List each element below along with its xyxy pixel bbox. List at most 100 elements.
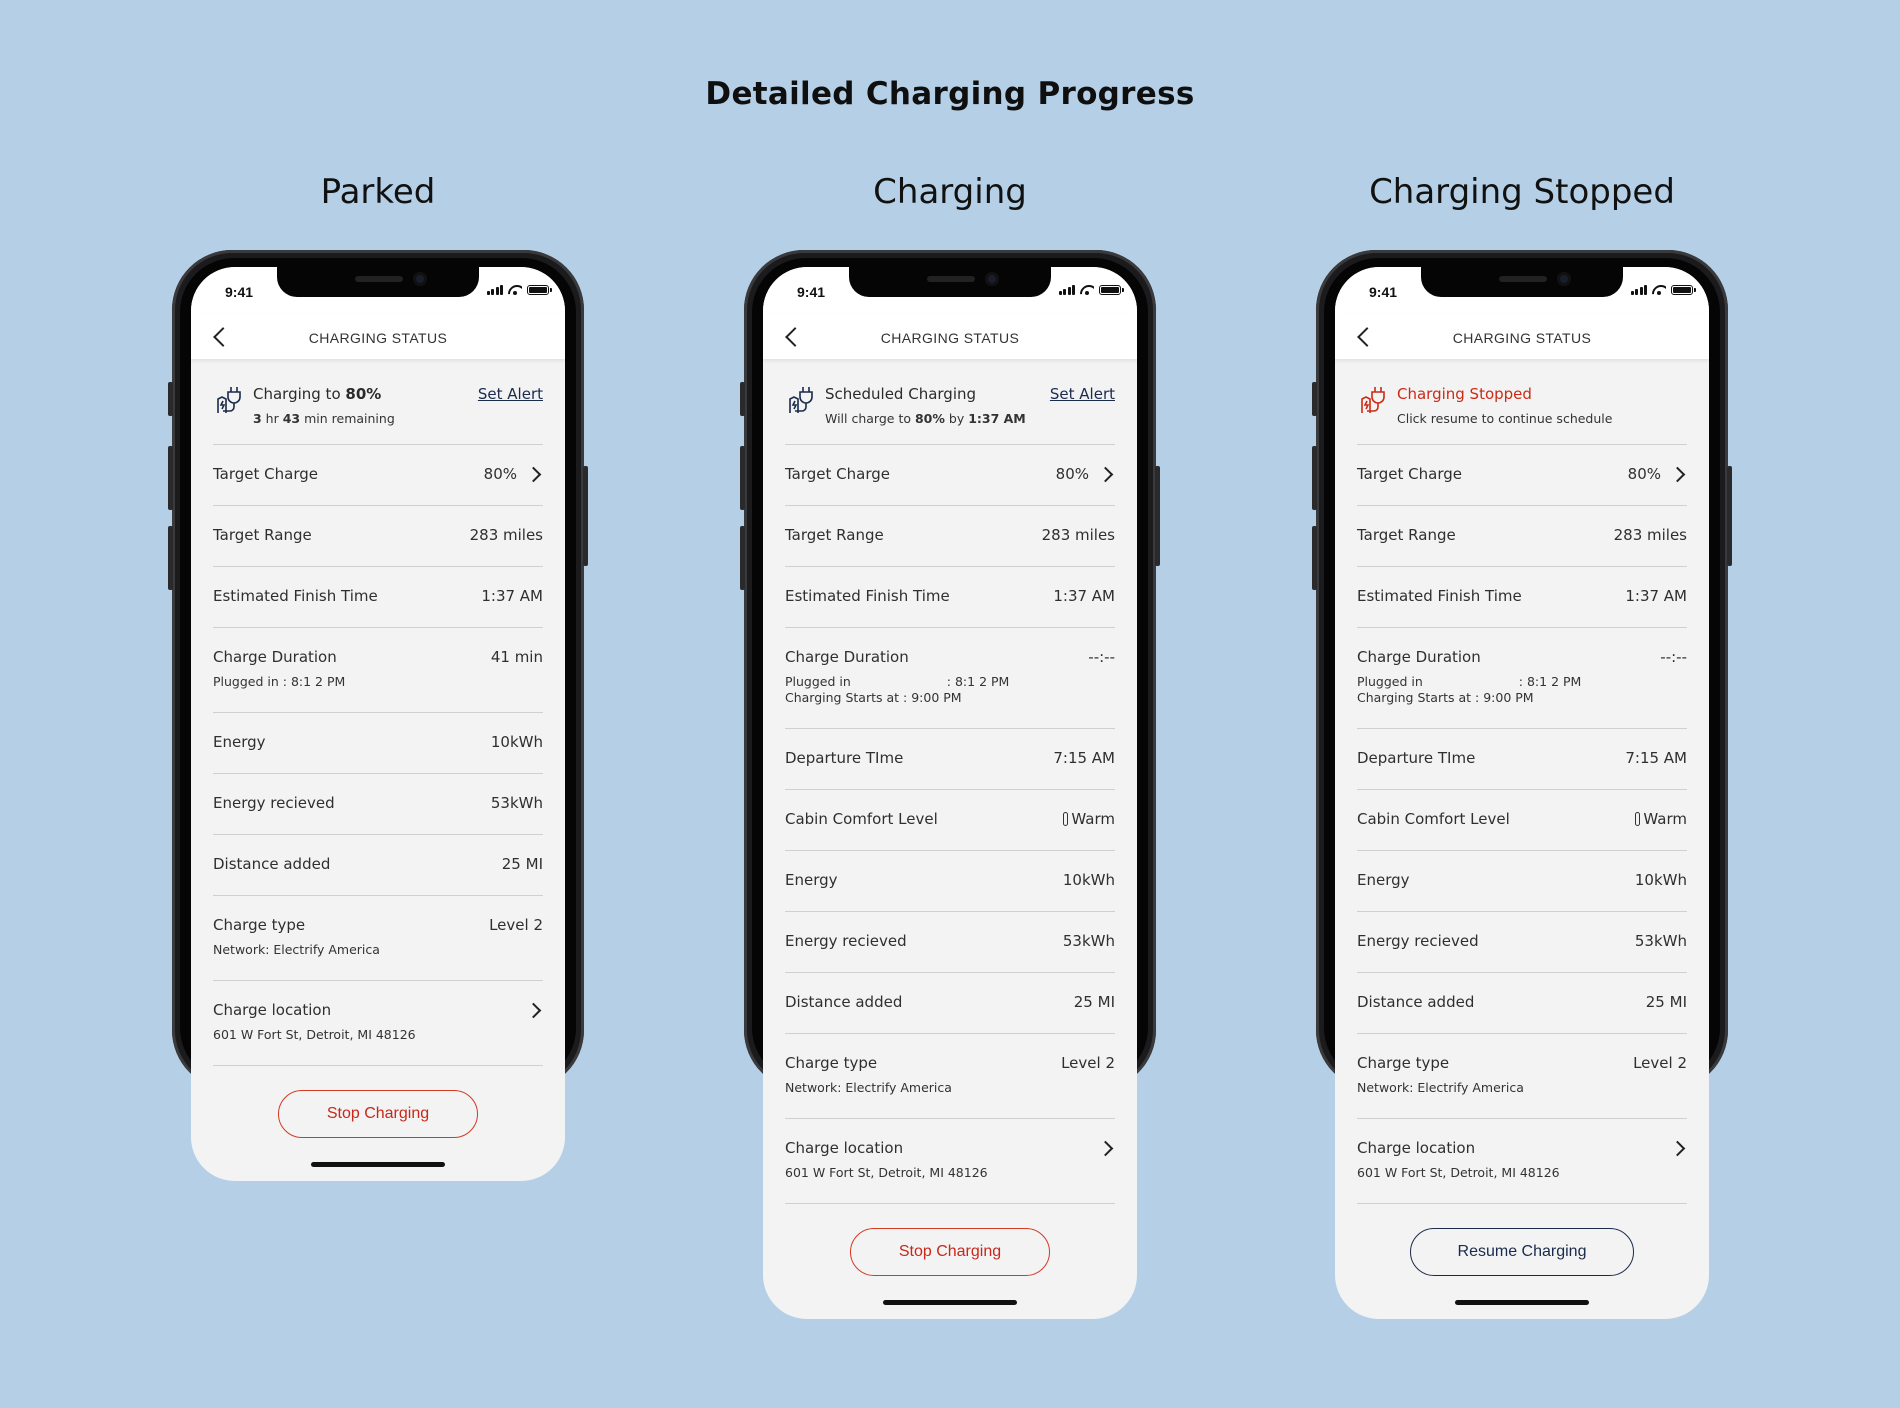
row-departure-time[interactable]: Departure TIme 7:15 AM — [1357, 729, 1687, 790]
volume-up-button — [168, 446, 173, 510]
volume-down-button — [168, 526, 173, 590]
row-value: 1:37 AM — [1053, 587, 1115, 605]
home-indicator[interactable] — [883, 1300, 1017, 1305]
home-indicator[interactable] — [311, 1162, 445, 1167]
schedule-summary: Will charge to 80% by 1:37 AM — [825, 411, 1026, 426]
action-area: Stop Charging — [763, 1204, 1137, 1304]
mute-switch — [168, 382, 173, 416]
row-label: Estimated Finish Time — [785, 587, 950, 605]
row-label: Charge location — [785, 1139, 904, 1157]
row-charge-type: Charge type Level 2 Network: Electrify A… — [785, 1034, 1115, 1119]
row-distance-added: Distance added 25 MI — [785, 973, 1115, 1034]
power-button — [583, 466, 588, 566]
stop-charging-button[interactable]: Stop Charging — [850, 1228, 1050, 1276]
mute-switch — [740, 382, 745, 416]
row-value: 41 min — [490, 648, 543, 666]
row-target-charge[interactable]: Target Charge 80% — [1357, 445, 1687, 506]
row-energy: Energy 10kWh — [1357, 851, 1687, 912]
row-label: Energy — [213, 733, 266, 751]
row-value: 283 miles — [1041, 526, 1115, 544]
row-cabin-comfort[interactable]: Cabin Comfort Level Warm — [785, 790, 1115, 851]
row-charge-location[interactable]: Charge location 601 W Fort St, Detroit, … — [213, 981, 543, 1066]
chevron-right-icon — [1669, 466, 1686, 483]
row-subtext: Plugged in : 8:1 2 PM — [213, 674, 346, 689]
row-energy: Energy 10kWh — [213, 713, 543, 774]
home-indicator[interactable] — [1455, 1300, 1589, 1305]
row-target-range: Target Range 283 miles — [1357, 506, 1687, 567]
status-time: 9:41 — [225, 284, 254, 300]
row-charge-location[interactable]: Charge location 601 W Fort St, Detroit, … — [785, 1119, 1115, 1204]
charging-details: Charging to 80% 3 hr 43 min remaining Se… — [191, 359, 565, 1066]
action-area: Stop Charging — [191, 1066, 565, 1166]
row-charge-type: Charge type Level 2 Network: Electrify A… — [213, 896, 543, 981]
row-subtext: Network: Electrify America — [213, 942, 380, 957]
row-label: Departure TIme — [785, 749, 904, 767]
charging-start-time: Charging Starts at : 9:00 PM — [1357, 690, 1534, 705]
battery-icon — [1099, 285, 1124, 295]
notch — [1421, 267, 1623, 297]
status-bar: 9:41 — [763, 267, 1137, 315]
row-finish-time: Estimated Finish Time 1:37 AM — [785, 567, 1115, 628]
column-title-charging: Charging — [873, 172, 1027, 212]
row-target-charge[interactable]: Target Charge 80% — [785, 445, 1115, 506]
row-subtext: 601 W Fort St, Detroit, MI 48126 — [1357, 1165, 1560, 1180]
volume-down-button — [740, 526, 745, 590]
row-value: 10kWh — [1062, 871, 1115, 889]
phone-screen: 9:41 CHARGING STATUS — [1335, 267, 1709, 1319]
row-charge-duration: Charge Duration --:-- Plugged in: 8:1 2 … — [1357, 628, 1687, 729]
status-bar: 9:41 — [191, 267, 565, 315]
power-button — [1155, 466, 1160, 566]
signal-icon — [1630, 285, 1647, 295]
charging-details: Charging Stopped Click resume to continu… — [1335, 359, 1709, 1204]
row-label: Target Range — [213, 526, 312, 544]
battery-icon — [1671, 285, 1696, 295]
row-label: Target Charge — [1357, 465, 1462, 483]
row-label: Charge Duration — [1357, 648, 1481, 666]
row-energy-received: Energy recieved 53kWh — [785, 912, 1115, 973]
resume-charging-button[interactable]: Resume Charging — [1410, 1228, 1634, 1276]
camera-icon — [1557, 272, 1571, 286]
power-button — [1727, 466, 1732, 566]
row-value: --:-- — [1088, 648, 1115, 666]
row-value: 7:15 AM — [1625, 749, 1687, 767]
row-charge-location[interactable]: Charge location 601 W Fort St, Detroit, … — [1357, 1119, 1687, 1204]
row-value: 10kWh — [1634, 871, 1687, 889]
row-finish-time: Estimated Finish Time 1:37 AM — [213, 567, 543, 628]
camera-icon — [413, 272, 427, 286]
nav-bar: CHARGING STATUS — [191, 315, 565, 359]
row-value: 25 MI — [501, 855, 543, 873]
row-value: 80% — [483, 465, 517, 483]
row-departure-time[interactable]: Departure TIme 7:15 AM — [785, 729, 1115, 790]
row-label: Energy — [785, 871, 838, 889]
charging-header: Charging Stopped Click resume to continu… — [1357, 359, 1687, 445]
stop-charging-button[interactable]: Stop Charging — [278, 1090, 478, 1138]
row-label: Energy recieved — [785, 932, 907, 950]
wifi-icon — [1652, 285, 1666, 295]
row-label: Target Range — [1357, 526, 1456, 544]
thermometer-icon — [1635, 812, 1641, 826]
charging-status-title: Charging Stopped — [1397, 385, 1532, 403]
set-alert-link[interactable]: Set Alert — [1050, 385, 1115, 403]
row-cabin-comfort[interactable]: Cabin Comfort Level Warm — [1357, 790, 1687, 851]
row-label: Estimated Finish Time — [1357, 587, 1522, 605]
phone-screen: 9:41 CHARGING STATUS — [763, 267, 1137, 1319]
row-label: Distance added — [785, 993, 903, 1011]
row-energy-received: Energy recieved 53kWh — [1357, 912, 1687, 973]
signal-icon — [1058, 285, 1075, 295]
row-label: Charge Duration — [213, 648, 337, 666]
row-distance-added: Distance added 25 MI — [213, 835, 543, 896]
row-target-charge[interactable]: Target Charge 80% — [213, 445, 543, 506]
row-value: 53kWh — [1062, 932, 1115, 950]
row-distance-added: Distance added 25 MI — [1357, 973, 1687, 1034]
set-alert-link[interactable]: Set Alert — [478, 385, 543, 403]
row-value: 25 MI — [1645, 993, 1687, 1011]
row-label: Cabin Comfort Level — [1357, 810, 1510, 828]
row-value: 53kWh — [490, 794, 543, 812]
wifi-icon — [1080, 285, 1094, 295]
row-value: Level 2 — [1633, 1054, 1687, 1072]
row-value: Level 2 — [1061, 1054, 1115, 1072]
row-label: Charge type — [1357, 1054, 1450, 1072]
row-subtext: Network: Electrify America — [785, 1080, 952, 1095]
chevron-right-icon — [525, 1002, 542, 1019]
camera-icon — [985, 272, 999, 286]
